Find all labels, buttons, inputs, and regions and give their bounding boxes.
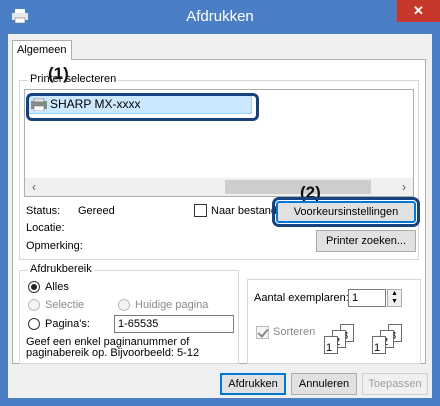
copies-input[interactable]: 1: [348, 289, 386, 307]
collate-label: Sorteren: [273, 326, 316, 338]
all-pages-label[interactable]: Alles: [45, 281, 69, 293]
selection-radio[interactable]: [28, 299, 40, 311]
scroll-right-icon[interactable]: ›: [395, 178, 413, 196]
printer-select-group: Printer selecteren (1) SHARP MX-xxxx ‹ ›…: [19, 64, 420, 260]
all-pages-radio[interactable]: [28, 281, 40, 293]
tab-panel-general: Printer selecteren (1) SHARP MX-xxxx ‹ ›…: [12, 59, 426, 364]
apply-button[interactable]: Toepassen: [362, 373, 428, 395]
pages-radio[interactable]: [28, 318, 40, 330]
spin-up-icon[interactable]: ▲: [388, 290, 401, 298]
callout-marker-2: (2): [300, 183, 321, 202]
copies-spinner[interactable]: ▲ ▼: [387, 289, 402, 307]
copies-label: Aantal exemplaren:: [254, 292, 349, 304]
dialog-client-area: Algemeen Printer selecteren (1) SHARP MX…: [8, 34, 432, 398]
location-label: Locatie:: [26, 222, 65, 234]
pages-label[interactable]: Pagina's:: [45, 318, 90, 330]
scrollbar-thumb[interactable]: [225, 180, 371, 194]
pages-input[interactable]: 1-65535: [114, 315, 234, 333]
collate-checkbox[interactable]: [256, 326, 269, 339]
cancel-button[interactable]: Annuleren: [291, 373, 357, 395]
page-range-hint: Geef een enkel paginanummer of paginaber…: [26, 336, 200, 359]
selection-label: Selectie: [45, 299, 85, 311]
printer-group-title: Printer selecteren: [28, 73, 119, 85]
callout-highlight-box: [26, 93, 259, 121]
close-icon: ✕: [413, 3, 424, 18]
copies-group: Aantal exemplaren: 1 ▲ ▼ Sorteren 3 2 1 …: [247, 279, 421, 364]
preferences-button[interactable]: Voorkeursinstellingen: [272, 197, 420, 227]
title-bar[interactable]: Afdrukken ✕: [0, 0, 440, 34]
print-to-file-checkbox[interactable]: [194, 204, 207, 217]
collate-illustration-icon: 3 2 1: [372, 324, 410, 356]
sheet-1: 1: [372, 336, 386, 354]
status-value: Gereed: [78, 205, 115, 217]
spin-down-icon[interactable]: ▼: [388, 298, 401, 306]
horizontal-scrollbar[interactable]: ‹ ›: [25, 178, 413, 196]
find-printer-button[interactable]: Printer zoeken...: [316, 230, 416, 252]
callout-marker-1: (1): [48, 64, 69, 83]
scroll-left-icon[interactable]: ‹: [25, 178, 43, 196]
close-button[interactable]: ✕: [397, 0, 440, 22]
tab-algemeen[interactable]: Algemeen: [12, 40, 72, 60]
comment-label: Opmerking:: [26, 240, 83, 252]
current-page-radio[interactable]: [118, 299, 130, 311]
printer-list[interactable]: SHARP MX-xxxx ‹ ›: [24, 89, 414, 197]
window-title: Afdrukken: [186, 8, 254, 25]
sheet-1: 1: [324, 336, 338, 354]
collate-illustration-icon: 3 2 1: [324, 324, 362, 356]
print-button[interactable]: Afdrukken: [220, 373, 286, 395]
print-dialog-window: Afdrukken ✕ Algemeen Printer selecteren …: [0, 0, 440, 406]
current-page-label: Huidige pagina: [135, 299, 209, 311]
page-range-group: Afdrukbereik Alles Selectie Huidige pagi…: [19, 263, 239, 364]
print-to-file-label[interactable]: Naar bestand: [211, 205, 277, 217]
printer-list-item[interactable]: SHARP MX-xxxx: [26, 93, 259, 121]
page-range-title: Afdrukbereik: [28, 263, 94, 275]
status-label: Status:: [26, 205, 61, 217]
